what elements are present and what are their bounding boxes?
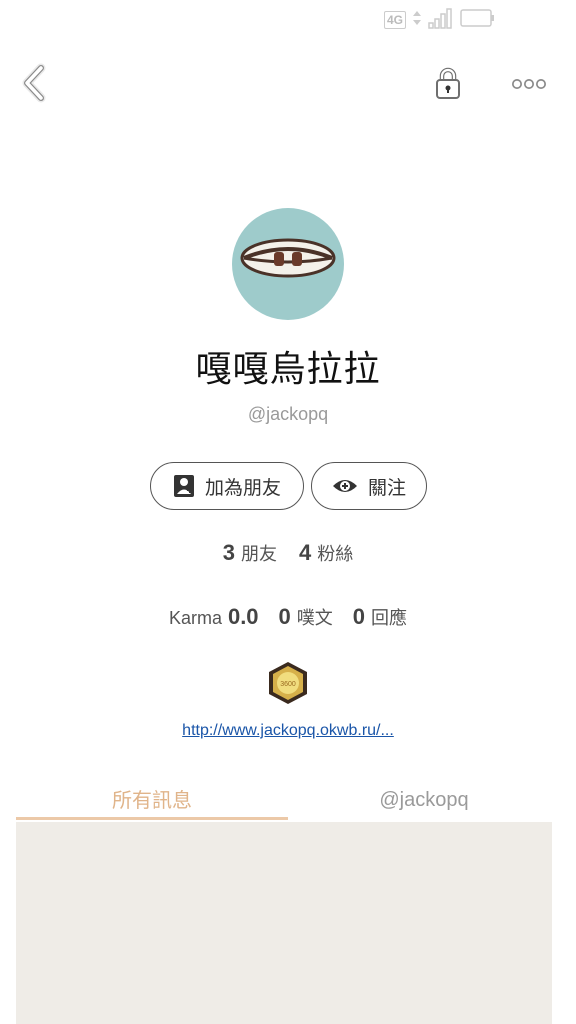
karma-stat: Karma 0.0 — [169, 604, 259, 630]
eye-icon — [332, 480, 357, 492]
chevron-left-icon — [22, 63, 46, 103]
lock-icon — [436, 67, 460, 99]
hexagon-badge-icon: 3600 — [269, 662, 307, 704]
status-bar: 4G — [383, 6, 496, 34]
add-friend-button[interactable]: 加為朋友 — [150, 462, 304, 510]
posts-label: 噗文 — [296, 608, 333, 629]
follow-label: 關注 — [367, 476, 406, 499]
display-name: 嘎嘎烏拉拉 — [195, 349, 381, 390]
fans-stat[interactable]: 4 粉絲 — [299, 540, 353, 566]
friends-stat[interactable]: 3 朋友 — [223, 540, 277, 566]
fans-count: 4 — [299, 540, 312, 565]
replies-count: 0 — [352, 604, 366, 629]
lock-button[interactable] — [430, 64, 466, 104]
badge-text: 3600 — [280, 681, 296, 688]
profile-page: 4G 嘎嘎烏拉拉 @jackopq 加為朋友 關注 3 朋友 4 粉絲 Karm… — [0, 0, 576, 1024]
replies-stat: 0 回應 — [353, 604, 407, 630]
karma-posts-stats: Karma 0.0 0 噗文 0 回應 — [0, 604, 576, 630]
friends-label: 朋友 — [241, 544, 277, 565]
follow-button[interactable]: 關注 — [311, 462, 427, 510]
add-person-icon — [173, 475, 194, 497]
karma-label: Karma — [168, 608, 222, 628]
replies-label: 回應 — [371, 608, 408, 629]
friends-fans-stats: 3 朋友 4 粉絲 — [0, 540, 576, 566]
tab-all-messages[interactable]: 所有訊息 — [16, 780, 288, 820]
timeline-content — [16, 822, 552, 1024]
achievement-badge[interactable]: 3600 — [266, 660, 310, 706]
fans-label: 粉絲 — [317, 544, 354, 565]
network-type: 4G — [383, 11, 406, 29]
avatar[interactable] — [232, 208, 344, 320]
posts-count: 0 — [278, 604, 291, 629]
user-handle: @jackopq — [247, 404, 329, 424]
battery-icon — [460, 7, 496, 33]
karma-value: 0.0 — [227, 604, 259, 629]
tab-user-handle[interactable]: @jackopq — [288, 780, 560, 820]
back-button[interactable] — [14, 62, 54, 104]
more-options-button[interactable] — [505, 66, 553, 102]
data-arrows-icon — [412, 9, 422, 31]
more-dots-icon — [512, 79, 546, 89]
signal-icon — [428, 7, 454, 33]
sleepy-eyes-avatar-icon — [240, 238, 336, 278]
add-friend-label: 加為朋友 — [204, 476, 281, 499]
posts-stat: 0 噗文 — [279, 604, 333, 630]
profile-link[interactable]: http://www.jackopq.okwb.ru/... — [0, 722, 576, 740]
friends-count: 3 — [222, 540, 235, 565]
